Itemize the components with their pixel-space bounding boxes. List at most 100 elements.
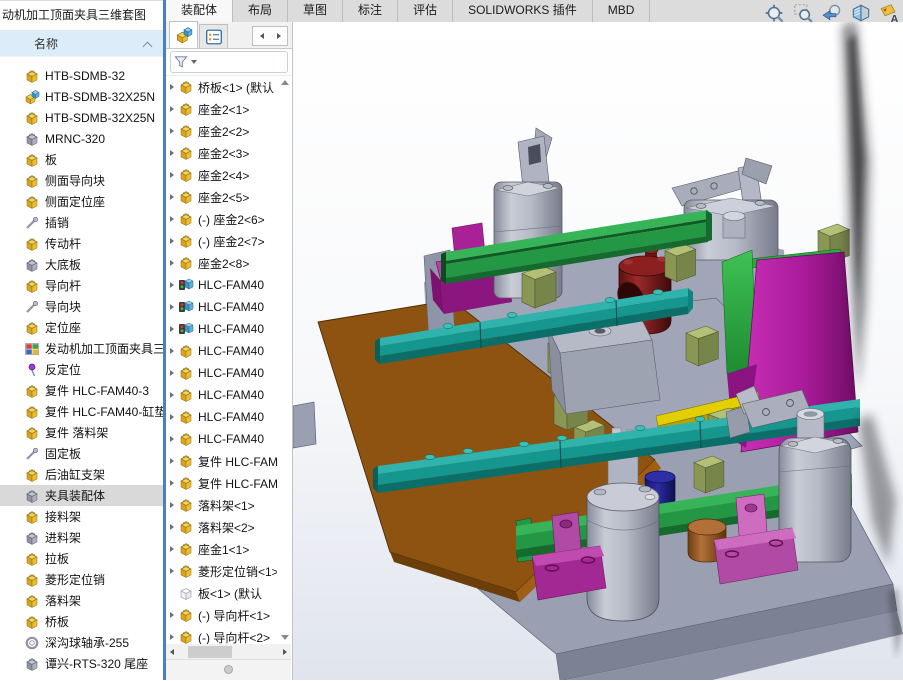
tree-item[interactable]: HLC-FAM40 — [166, 296, 277, 318]
file-list-item[interactable]: 板 — [0, 149, 163, 170]
scroll-left-button[interactable] — [166, 649, 178, 655]
file-list-item[interactable]: 拉板 — [0, 548, 163, 569]
graphics-viewport[interactable] — [293, 22, 903, 680]
tree-filter-input[interactable] — [170, 51, 288, 73]
tab-scroll-left-button[interactable] — [253, 27, 270, 45]
tree-item[interactable]: (-) 导向杆<1> — [166, 604, 277, 626]
file-list-item[interactable]: 接料架 — [0, 506, 163, 527]
file-list-item[interactable]: 固定板 — [0, 443, 163, 464]
scroll-right-button[interactable] — [279, 649, 291, 655]
tree-item[interactable]: HLC-FAM40 — [166, 274, 277, 296]
file-list-item[interactable]: 发动机加工顶面夹具三维 — [0, 338, 163, 359]
scroll-up-icon[interactable] — [281, 80, 289, 85]
expand-caret-icon[interactable] — [170, 282, 174, 288]
tree-item[interactable]: 座金2<2> — [166, 120, 277, 142]
expand-caret-icon[interactable] — [170, 546, 174, 552]
splitter-handle-icon[interactable] — [224, 665, 233, 674]
file-list-item[interactable]: 侧面导向块 — [0, 170, 163, 191]
expand-caret-icon[interactable] — [170, 304, 174, 310]
tree-item[interactable]: 复件 HLC-FAM40 — [166, 450, 277, 472]
expand-caret-icon[interactable] — [170, 612, 174, 618]
file-list-item[interactable]: 后油缸支架 — [0, 464, 163, 485]
file-list-item[interactable]: 复件 落料架 — [0, 422, 163, 443]
tree-item[interactable]: HLC-FAM40 — [166, 406, 277, 428]
tree-item[interactable]: 菱形定位销<1> — [166, 560, 277, 582]
annotation-view-icon[interactable] — [878, 2, 902, 24]
tree-item[interactable]: 落料架<1> — [166, 494, 277, 516]
ribbon-tab-标注[interactable]: 标注 — [343, 0, 398, 22]
expand-caret-icon[interactable] — [170, 194, 174, 200]
expand-caret-icon[interactable] — [170, 458, 174, 464]
tree-item[interactable]: 复件 HLC-FAM40 — [166, 472, 277, 494]
expand-caret-icon[interactable] — [170, 524, 174, 530]
expand-caret-icon[interactable] — [170, 370, 174, 376]
expand-caret-icon[interactable] — [170, 260, 174, 266]
file-list-item[interactable]: 谭兴-RTS-320 尾座 — [0, 653, 163, 674]
file-list-item[interactable]: 定位座 — [0, 317, 163, 338]
file-list-item[interactable]: 夹具装配体 — [0, 485, 163, 506]
tree-item[interactable]: 座金2<8> — [166, 252, 277, 274]
file-list-item[interactable]: HTB-SDMB-32 — [0, 65, 163, 86]
tree-item[interactable]: 座金1<1> — [166, 538, 277, 560]
locator-block-olive[interactable] — [694, 456, 724, 493]
zoom-fit-icon[interactable] — [762, 2, 786, 24]
tree-item[interactable]: 座金2<3> — [166, 142, 277, 164]
tree-item[interactable]: 座金2<5> — [166, 186, 277, 208]
file-list-item[interactable]: 深沟球轴承-255 — [0, 632, 163, 653]
file-list-item[interactable]: 反定位 — [0, 359, 163, 380]
tree-item[interactable]: HLC-FAM40 — [166, 384, 277, 406]
file-list-item[interactable]: 侧面定位座 — [0, 191, 163, 212]
expand-caret-icon[interactable] — [170, 436, 174, 442]
expand-caret-icon[interactable] — [170, 634, 174, 640]
expand-caret-icon[interactable] — [170, 172, 174, 178]
file-list-item[interactable]: 进料架 — [0, 527, 163, 548]
tree-item[interactable]: (-) 导向杆<2> — [166, 626, 277, 644]
3d-assembly-model[interactable] — [293, 22, 903, 680]
name-column-header[interactable]: 名称 — [0, 31, 163, 57]
expand-caret-icon[interactable] — [170, 392, 174, 398]
tree-item[interactable]: HLC-FAM40 — [166, 318, 277, 340]
ribbon-tab-MBD[interactable]: MBD — [593, 0, 651, 22]
panel-splitter[interactable] — [166, 659, 291, 680]
tab-property-manager[interactable] — [199, 24, 228, 48]
ribbon-tab-布局[interactable]: 布局 — [233, 0, 288, 22]
tree-item[interactable]: (-) 座金2<7> — [166, 230, 277, 252]
ribbon-tab-装配体[interactable]: 装配体 — [166, 0, 233, 22]
tree-vertical-scrollbar[interactable] — [278, 76, 291, 644]
ribbon-tab-SOLIDWORKS 插件[interactable]: SOLIDWORKS 插件 — [453, 0, 593, 22]
expand-caret-icon[interactable] — [170, 150, 174, 156]
tree-item[interactable]: HLC-FAM40 — [166, 362, 277, 384]
zoom-area-icon[interactable] — [791, 2, 815, 24]
file-list-item[interactable]: 传动杆 — [0, 233, 163, 254]
tree-item[interactable]: 板<1> (默认 — [166, 582, 277, 604]
tree-item[interactable]: HLC-FAM40 — [166, 340, 277, 362]
locator-block-olive[interactable] — [686, 326, 718, 366]
scroll-down-icon[interactable] — [281, 635, 289, 640]
expand-caret-icon[interactable] — [170, 84, 174, 90]
ribbon-tab-草图[interactable]: 草图 — [288, 0, 343, 22]
tab-featuremanager-tree[interactable] — [169, 21, 198, 48]
file-list-item[interactable]: 桥板 — [0, 611, 163, 632]
locator-block-olive[interactable] — [522, 266, 556, 308]
file-list-item[interactable]: 大底板 — [0, 254, 163, 275]
tab-scroll-right-button[interactable] — [270, 27, 287, 45]
section-view-icon[interactable] — [849, 2, 873, 24]
locator-block-olive[interactable] — [665, 244, 696, 282]
expand-caret-icon[interactable] — [170, 502, 174, 508]
tree-item[interactable]: 座金2<4> — [166, 164, 277, 186]
file-list-item[interactable]: 导向块 — [0, 296, 163, 317]
tree-item[interactable]: 桥板<1> (默认 — [166, 76, 277, 98]
expand-caret-icon[interactable] — [170, 216, 174, 222]
expand-caret-icon[interactable] — [170, 326, 174, 332]
file-list-item[interactable]: HTB-SDMB-32X25N — [0, 86, 163, 107]
file-list-item[interactable]: MRNC-320 — [0, 128, 163, 149]
file-list-item[interactable]: HTB-SDMB-32X25N — [0, 107, 163, 128]
expand-caret-icon[interactable] — [170, 480, 174, 486]
tree-item[interactable]: 落料架<2> — [166, 516, 277, 538]
file-list-item[interactable]: 菱形定位销 — [0, 569, 163, 590]
expand-caret-icon[interactable] — [170, 414, 174, 420]
tree-item[interactable]: HLC-FAM40 — [166, 428, 277, 450]
expand-caret-icon[interactable] — [170, 106, 174, 112]
file-list-item[interactable]: 导向杆 — [0, 275, 163, 296]
file-list-item[interactable]: 复件 HLC-FAM40-缸垫 — [0, 401, 163, 422]
